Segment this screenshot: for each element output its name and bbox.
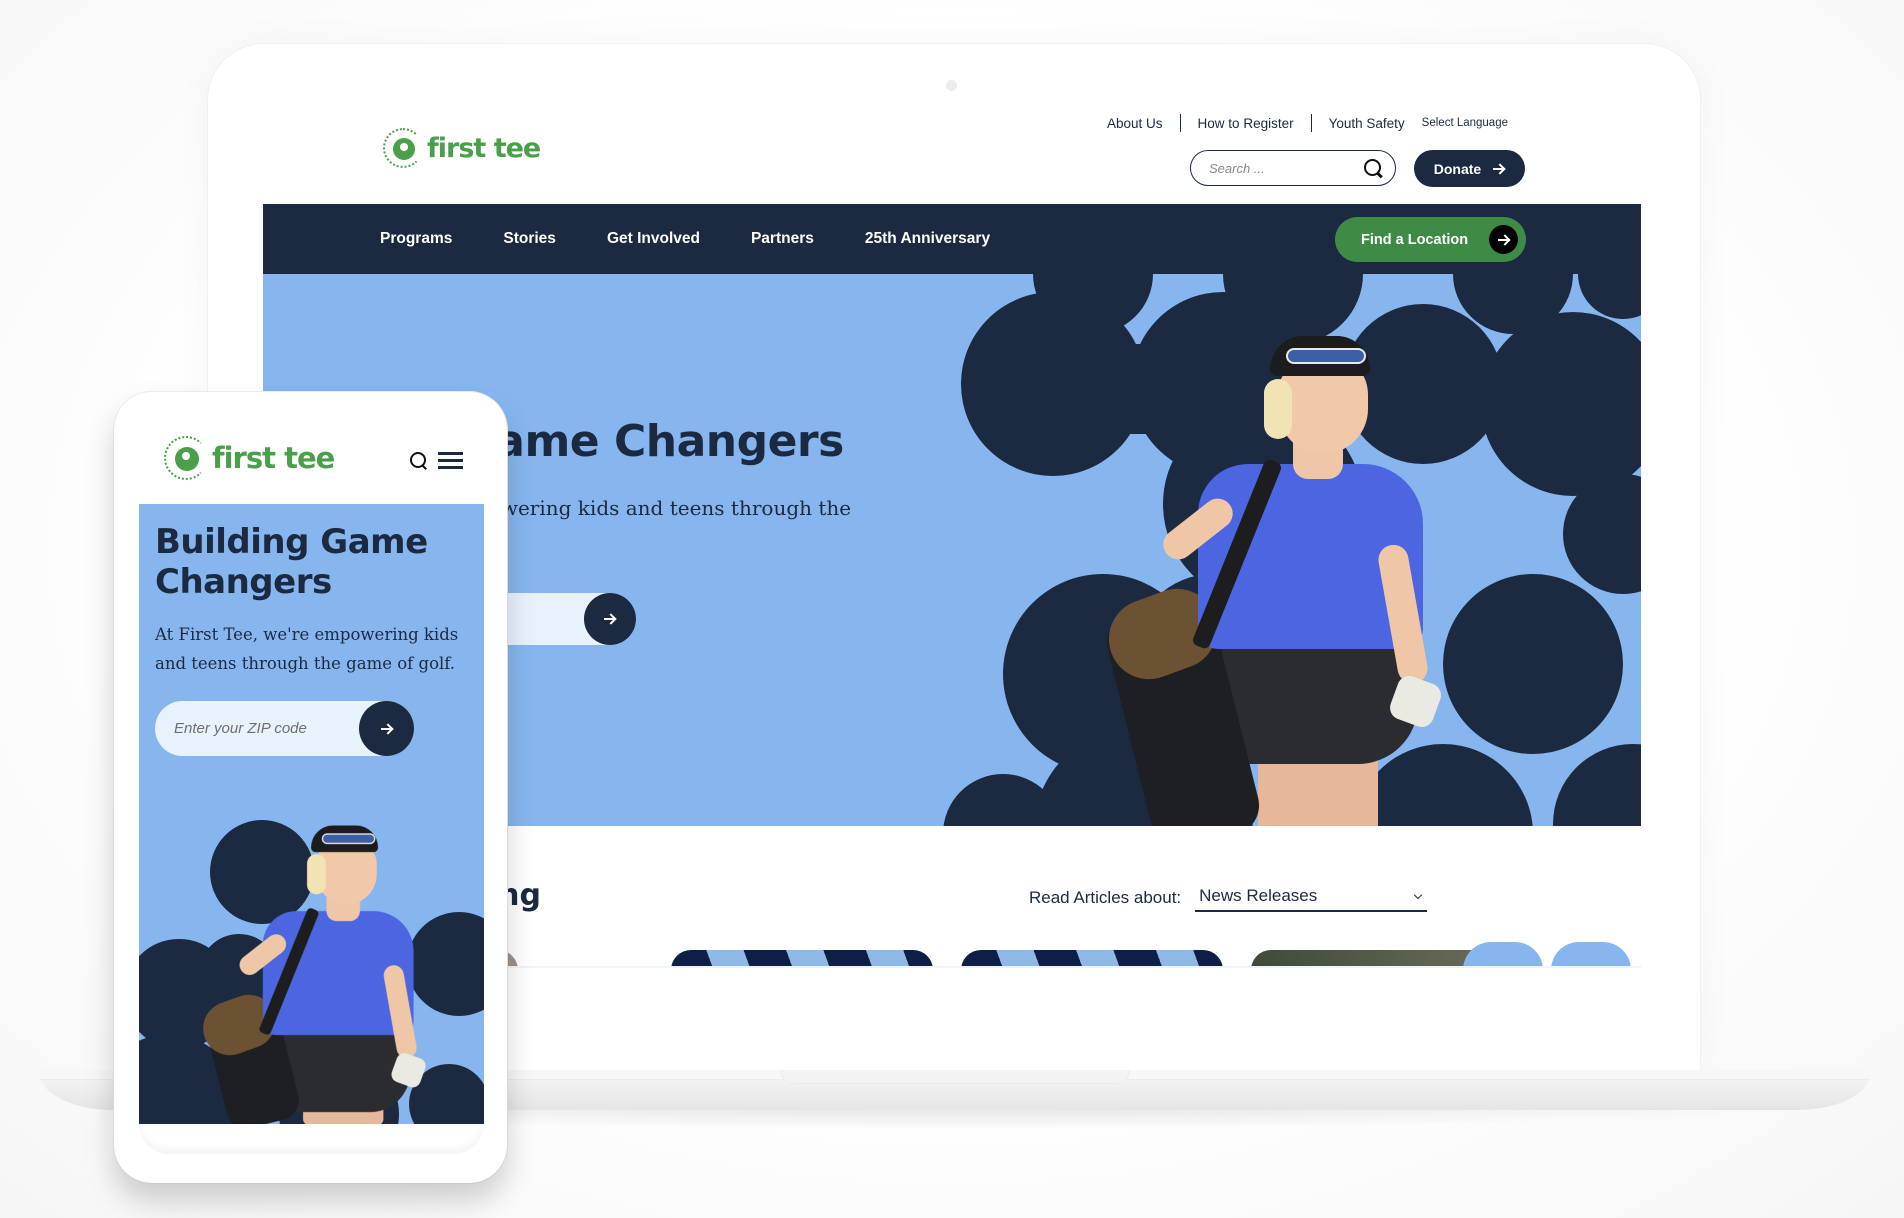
- laptop-notch: [780, 1070, 1130, 1084]
- golfer-photo: [1058, 334, 1498, 826]
- anniversary-badge-icon: [383, 128, 423, 168]
- blob: [407, 912, 484, 1016]
- blob: [1481, 312, 1641, 496]
- decorative-wave: [1551, 942, 1631, 968]
- utility-link-register[interactable]: How to Register: [1198, 116, 1294, 131]
- arrow-circle: [1489, 225, 1518, 254]
- site-logo[interactable]: first tee: [383, 128, 541, 168]
- filter-label: Read Articles about:: [1029, 888, 1182, 907]
- find-location-button[interactable]: Find a Location: [1335, 217, 1526, 262]
- mobile-zip-code-field[interactable]: [155, 701, 414, 756]
- nav-item-25th-anniversary[interactable]: 25th Anniversary: [865, 230, 990, 248]
- mobile-hero-subtitle: At First Tee, we're empowering kids and …: [155, 625, 459, 673]
- search-icon[interactable]: [1363, 158, 1383, 178]
- arrow-right-icon: [604, 614, 616, 624]
- arrow-right-icon: [1493, 164, 1505, 174]
- menu-icon[interactable]: [438, 452, 463, 469]
- mobile-zip-code-input[interactable]: [174, 720, 344, 737]
- mobile-hero: Building Game Changers At First Tee, we'…: [139, 504, 484, 1124]
- nav-item-stories[interactable]: Stories: [503, 230, 556, 248]
- selected-category: News Releases: [1199, 886, 1318, 905]
- article-filter: Read Articles about: News Releases: [1029, 884, 1428, 912]
- pin-icon: [393, 138, 415, 160]
- sunglasses: [321, 833, 376, 845]
- blob: [1553, 744, 1641, 826]
- nav-item-programs[interactable]: Programs: [380, 230, 452, 248]
- language-selector[interactable]: Select Language: [1422, 117, 1508, 129]
- nav-item-get-involved[interactable]: Get Involved: [607, 230, 700, 248]
- main-nav: Programs Stories Get Involved Partners 2…: [263, 204, 1641, 274]
- golfer-hair: [1264, 379, 1292, 439]
- donate-button[interactable]: Donate: [1414, 150, 1525, 187]
- logo-wordmark: first tee: [212, 441, 335, 475]
- divider: [1179, 114, 1181, 132]
- search-field[interactable]: [1190, 150, 1396, 186]
- find-location-label: Find a Location: [1361, 231, 1469, 248]
- donate-label: Donate: [1433, 160, 1482, 177]
- utility-link-about[interactable]: About Us: [1107, 116, 1163, 131]
- divider: [1310, 114, 1312, 132]
- nav-item-partners[interactable]: Partners: [751, 230, 814, 248]
- mobile-zip-submit-button[interactable]: [359, 701, 414, 756]
- anniversary-badge-icon: [164, 436, 208, 480]
- zip-submit-button[interactable]: [584, 593, 636, 645]
- mobile-logo[interactable]: first tee: [164, 436, 335, 480]
- arrow-right-icon: [1497, 235, 1510, 245]
- mobile-hero-title: Building Game Changers: [155, 522, 428, 602]
- pin-icon: [175, 447, 199, 471]
- blob: [1578, 274, 1641, 319]
- laptop-camera: [946, 80, 957, 91]
- search-icon[interactable]: [410, 452, 428, 470]
- chevron-down-icon: [1413, 890, 1423, 899]
- utility-link-youth-safety[interactable]: Youth Safety: [1329, 116, 1405, 131]
- sunglasses: [1286, 348, 1366, 364]
- phone-mockup: first tee Building Game Changers At Firs…: [114, 392, 507, 1183]
- arrow-right-icon: [380, 724, 393, 734]
- decorative-wave: [1463, 942, 1543, 968]
- golfer-hair: [307, 854, 326, 895]
- phone-chin: [139, 1124, 484, 1154]
- search-input[interactable]: [1209, 160, 1359, 176]
- logo-wordmark: first tee: [427, 132, 541, 164]
- utility-nav: About Us How to Register Youth Safety Se…: [1107, 114, 1508, 132]
- site-header: first tee About Us How to Register Youth…: [263, 100, 1641, 204]
- mobile-golfer-photo: [169, 824, 428, 1124]
- blob: [943, 774, 1063, 826]
- article-category-select[interactable]: News Releases: [1195, 884, 1428, 912]
